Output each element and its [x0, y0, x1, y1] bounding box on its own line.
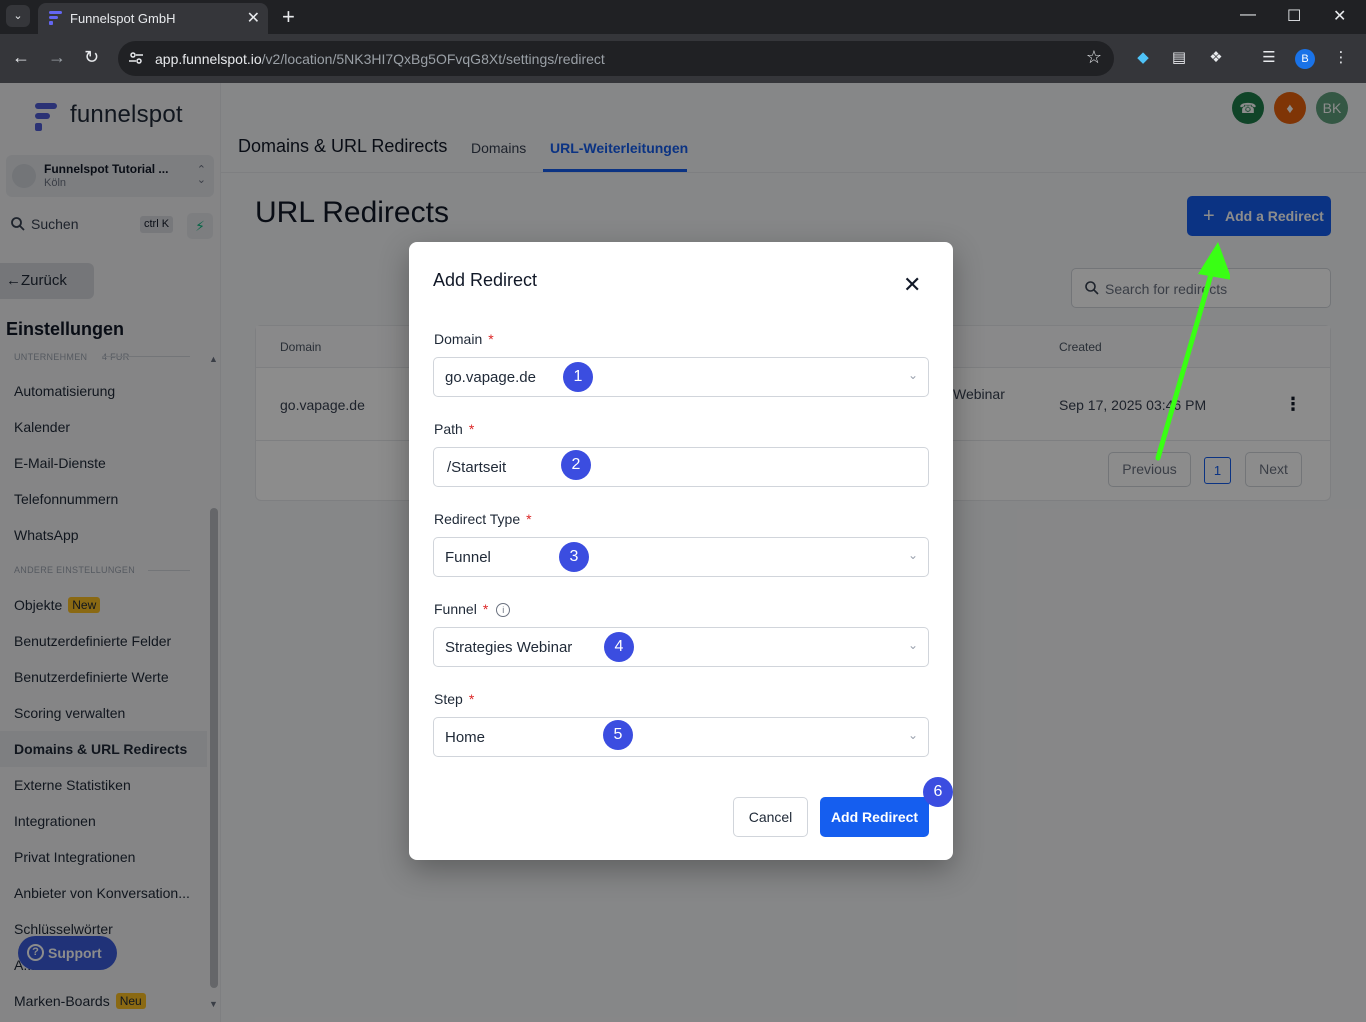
required-mark: *	[468, 691, 475, 707]
label-text: Domain	[434, 331, 483, 347]
media-playlist-icon[interactable]: ☰	[1259, 48, 1279, 68]
step-value: Home	[445, 729, 486, 746]
url-path: /v2/location/5NK3HI7QxBg5OFvqG8Xt/settin…	[261, 51, 605, 67]
site-settings-icon[interactable]	[128, 50, 144, 66]
modal-title: Add Redirect	[433, 270, 538, 290]
profile-avatar[interactable]: B	[1295, 49, 1315, 69]
funnelspot-favicon-icon	[49, 11, 62, 25]
redirect-type-value: Funnel	[445, 549, 491, 566]
reload-icon[interactable]: ↻	[84, 47, 99, 68]
chevron-down-icon: ⌄	[907, 728, 918, 742]
url-host: app.funnelspot.io	[155, 51, 262, 67]
extension-diamond-icon[interactable]: ◆	[1133, 48, 1153, 68]
domain-label: Domain *	[434, 331, 494, 347]
step-badge-1: 1	[563, 362, 593, 392]
required-mark: *	[488, 331, 494, 347]
address-bar[interactable]: app.funnelspot.io/v2/location/5NK3HI7QxB…	[118, 41, 1114, 76]
tab-title: Funnelspot GmbH	[70, 11, 176, 26]
close-icon[interactable]: ✕	[903, 272, 921, 298]
window-close-icon[interactable]: ✕	[1333, 6, 1346, 26]
step-select[interactable]: Home ⌄	[433, 717, 929, 757]
extension-code-icon[interactable]: ▤	[1169, 48, 1189, 68]
step-badge-6: 6	[923, 777, 953, 807]
label-text: Path	[434, 421, 463, 437]
required-mark: *	[526, 511, 532, 527]
label-text: Funnel	[434, 601, 477, 617]
chevron-down-icon: ⌄	[907, 548, 918, 562]
add-redirect-submit-button[interactable]: Add Redirect	[820, 797, 929, 837]
cancel-button[interactable]: Cancel	[733, 797, 808, 837]
redirect-type-select[interactable]: Funnel ⌄	[433, 537, 929, 577]
step-badge-5: 5	[603, 720, 633, 750]
step-badge-4: 4	[604, 632, 634, 662]
path-label: Path *	[434, 421, 474, 437]
browser-tab-bar: ⌄ Funnelspot GmbH ✕ + — ☐ ✕	[0, 0, 1366, 34]
url-text: app.funnelspot.io/v2/location/5NK3HI7QxB…	[155, 51, 605, 67]
funnel-label: Funnel * i	[434, 601, 511, 618]
info-icon[interactable]: i	[496, 603, 511, 618]
step-label: Step *	[434, 691, 474, 707]
browser-tab[interactable]: Funnelspot GmbH ✕	[38, 3, 268, 34]
required-mark: *	[468, 421, 475, 437]
required-mark: *	[482, 601, 489, 617]
chevron-down-icon: ⌄	[907, 638, 918, 652]
minimize-icon[interactable]: —	[1240, 6, 1256, 24]
label-text: Redirect Type	[434, 511, 521, 527]
back-arrow-icon[interactable]: ←	[12, 47, 30, 68]
path-input[interactable]: /Startseit	[433, 447, 929, 487]
step-badge-3: 3	[559, 542, 589, 572]
label-text: Step	[434, 691, 463, 707]
redirect-type-label: Redirect Type *	[434, 511, 532, 527]
domain-select[interactable]: go.vapage.de ⌄	[433, 357, 929, 397]
new-tab-icon[interactable]: +	[282, 4, 295, 30]
annotation-arrow-icon	[1155, 242, 1230, 461]
step-badge-2: 2	[561, 450, 591, 480]
chevron-down-icon: ⌄	[907, 368, 918, 382]
tab-search-chevron-icon[interactable]: ⌄	[6, 5, 30, 27]
bookmark-star-icon[interactable]: ☆	[1086, 47, 1102, 68]
maximize-icon[interactable]: ☐	[1287, 6, 1301, 26]
browser-menu-icon[interactable]: ⋮	[1331, 48, 1351, 68]
path-value: /Startseit	[447, 459, 507, 476]
forward-arrow-icon[interactable]: →	[48, 47, 66, 68]
funnel-select[interactable]: Strategies Webinar ⌄	[433, 627, 929, 667]
add-redirect-modal: Add Redirect ✕ Domain * go.vapage.de ⌄ 1 …	[409, 242, 953, 860]
domain-value: go.vapage.de	[445, 369, 536, 386]
browser-toolbar: ← → ↻ app.funnelspot.io/v2/location/5NK3…	[0, 34, 1366, 83]
extensions-puzzle-icon[interactable]: ❖	[1206, 48, 1226, 68]
funnel-value: Strategies Webinar	[445, 639, 573, 656]
tab-close-icon[interactable]: ✕	[247, 8, 260, 28]
